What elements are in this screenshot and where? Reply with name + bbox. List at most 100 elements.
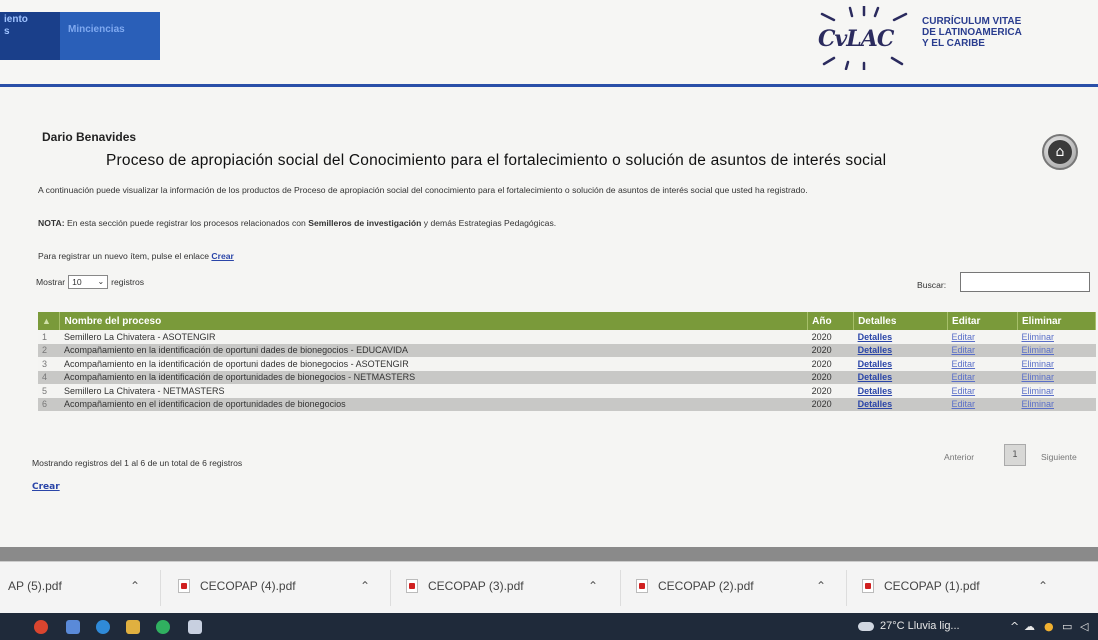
divider xyxy=(390,570,391,606)
crear-link[interactable]: Crear xyxy=(211,251,233,261)
pdf-file-icon xyxy=(178,579,190,593)
row-year: 2020 xyxy=(807,330,854,344)
row-year: 2020 xyxy=(807,370,854,384)
chevron-up-icon[interactable]: ⌃ xyxy=(130,579,140,593)
row-number: 4 xyxy=(38,370,60,384)
app-icon[interactable] xyxy=(156,620,170,634)
header-year[interactable]: Año xyxy=(807,312,855,330)
row-name: Acompañamiento en el identificacion de o… xyxy=(59,397,808,411)
nav-tab-1-line2[interactable]: s xyxy=(4,26,10,37)
onedrive-icon[interactable]: ☁ xyxy=(1024,620,1035,633)
table-row: 1 Semillero La Chivatera - ASOTENGIR 202… xyxy=(38,330,1096,344)
chevron-up-icon[interactable]: ⌃ xyxy=(588,579,598,593)
delete-link[interactable]: Eliminar xyxy=(1017,384,1096,398)
row-year: 2020 xyxy=(807,397,854,411)
header-edit: Editar xyxy=(947,312,1018,330)
row-year: 2020 xyxy=(807,343,854,357)
divider xyxy=(846,570,847,606)
header-name[interactable]: Nombre del proceso xyxy=(59,312,809,330)
edit-link[interactable]: Editar xyxy=(947,330,1018,344)
page-length-control: Mostrar 10 ⌄ registros xyxy=(36,275,145,289)
row-name: Acompañamiento en la identificación de o… xyxy=(59,357,808,371)
app-icon[interactable] xyxy=(188,620,202,634)
row-name: Semillero La Chivatera - ASOTENGIR xyxy=(59,330,808,344)
divider xyxy=(160,570,161,606)
edit-link[interactable]: Editar xyxy=(947,343,1018,357)
table-row: 3 Acompañamiento en la identificación de… xyxy=(38,357,1096,371)
delete-link[interactable]: Eliminar xyxy=(1017,330,1096,344)
pager-next[interactable]: Siguiente xyxy=(1041,452,1077,462)
details-link[interactable]: Detalles xyxy=(853,384,948,398)
download-item[interactable]: CECOPAP (1).pdf xyxy=(862,579,980,593)
download-bar: AP (5).pdf ⌃ CECOPAP (4).pdf ⌃ CECOPAP (… xyxy=(0,561,1098,613)
home-button[interactable]: ⌂ xyxy=(1042,134,1078,170)
register-text: Para registrar un nuevo ítem, pulse el e… xyxy=(38,251,234,261)
table-row: 6 Acompañamiento en el identificacion de… xyxy=(38,397,1096,411)
download-item[interactable]: CECOPAP (3).pdf xyxy=(406,579,524,593)
chevron-up-icon[interactable]: ⌃ xyxy=(816,579,826,593)
details-link[interactable]: Detalles xyxy=(853,330,948,344)
row-number: 5 xyxy=(38,384,60,398)
row-number: 6 xyxy=(38,397,60,411)
divider xyxy=(620,570,621,606)
intro-text: A continuación puede visualizar la infor… xyxy=(38,185,808,195)
pager-current-page[interactable]: 1 xyxy=(1004,444,1026,466)
row-year: 2020 xyxy=(807,357,854,371)
logo-tagline: CURRÍCULUM VITAE DE LATINOAMERICA Y EL C… xyxy=(922,16,1022,49)
folder-icon[interactable] xyxy=(126,620,140,634)
logo-wordmark: CvLAC xyxy=(818,26,894,52)
chevron-up-icon[interactable]: ⌃ xyxy=(1038,579,1048,593)
row-name: Semillero La Chivatera - NETMASTERS xyxy=(59,384,808,398)
table-row: 5 Semillero La Chivatera - NETMASTERS 20… xyxy=(38,384,1096,398)
edit-link[interactable]: Editar xyxy=(947,370,1018,384)
table-row: 4 Acompañamiento en la identificación de… xyxy=(38,370,1096,384)
details-link[interactable]: Detalles xyxy=(853,357,948,371)
processes-table: ▲ Nombre del proceso Año Detalles Editar… xyxy=(38,312,1097,411)
chevron-down-icon: ⌄ xyxy=(97,277,105,286)
edit-link[interactable]: Editar xyxy=(947,397,1018,411)
crear-link-bottom[interactable]: Crear xyxy=(32,482,60,492)
download-item[interactable]: CECOPAP (4).pdf xyxy=(178,579,296,593)
app-icon[interactable] xyxy=(66,620,80,634)
sort-indicator-icon[interactable]: ▲ xyxy=(38,312,61,330)
table-info: Mostrando registros del 1 al 6 de un tot… xyxy=(32,458,243,468)
delete-link[interactable]: Eliminar xyxy=(1017,343,1096,357)
chevron-up-icon[interactable]: ⌃ xyxy=(360,579,370,593)
network-icon[interactable]: ▭ xyxy=(1062,620,1072,633)
weather-status[interactable]: 27°C Lluvia lig... xyxy=(858,620,960,632)
download-item[interactable]: CECOPAP (2).pdf xyxy=(636,579,754,593)
notification-icon[interactable]: ● xyxy=(1044,620,1054,633)
chevron-up-icon[interactable]: ^ xyxy=(1010,620,1019,633)
horizontal-scrollbar[interactable] xyxy=(0,547,1098,561)
download-item[interactable]: AP (5).pdf xyxy=(8,579,62,593)
nav-tab-minciencias[interactable]: Minciencias xyxy=(68,24,125,35)
delete-link[interactable]: Eliminar xyxy=(1017,397,1096,411)
nota-text: NOTA: En esta sección puede registrar lo… xyxy=(38,218,557,228)
edit-link[interactable]: Editar xyxy=(947,384,1018,398)
row-name: Acompañamiento en la identificación de o… xyxy=(59,370,808,384)
header: iento s Minciencias CvLAC CURRÍCULUM VIT… xyxy=(0,0,1098,87)
row-name: Acompañamiento en la identificación de o… xyxy=(59,343,808,357)
table-row: 2 Acompañamiento en la identificación de… xyxy=(38,343,1096,357)
volume-icon[interactable]: ◁ xyxy=(1080,620,1088,633)
details-link[interactable]: Detalles xyxy=(853,343,948,357)
delete-link[interactable]: Eliminar xyxy=(1017,370,1096,384)
nav-tab-1[interactable]: iento xyxy=(4,14,28,25)
browser-icon[interactable] xyxy=(96,620,110,634)
cloud-icon xyxy=(858,621,874,631)
row-number: 2 xyxy=(38,343,60,357)
row-number: 1 xyxy=(38,330,60,344)
details-link[interactable]: Detalles xyxy=(853,397,948,411)
user-name: Dario Benavides xyxy=(42,130,137,144)
search-label: Buscar: xyxy=(917,280,947,290)
page-length-select[interactable]: 10 ⌄ xyxy=(68,275,109,289)
app-icon[interactable] xyxy=(34,620,48,634)
search-input[interactable] xyxy=(960,272,1090,292)
edit-link[interactable]: Editar xyxy=(947,357,1018,371)
details-link[interactable]: Detalles xyxy=(853,370,948,384)
delete-link[interactable]: Eliminar xyxy=(1017,357,1096,371)
home-icon: ⌂ xyxy=(1048,140,1072,164)
pager-previous[interactable]: Anterior xyxy=(944,452,974,462)
taskbar: 27°C Lluvia lig... ^ ☁ ● ▭ ◁ xyxy=(0,613,1098,640)
row-number: 3 xyxy=(38,357,60,371)
